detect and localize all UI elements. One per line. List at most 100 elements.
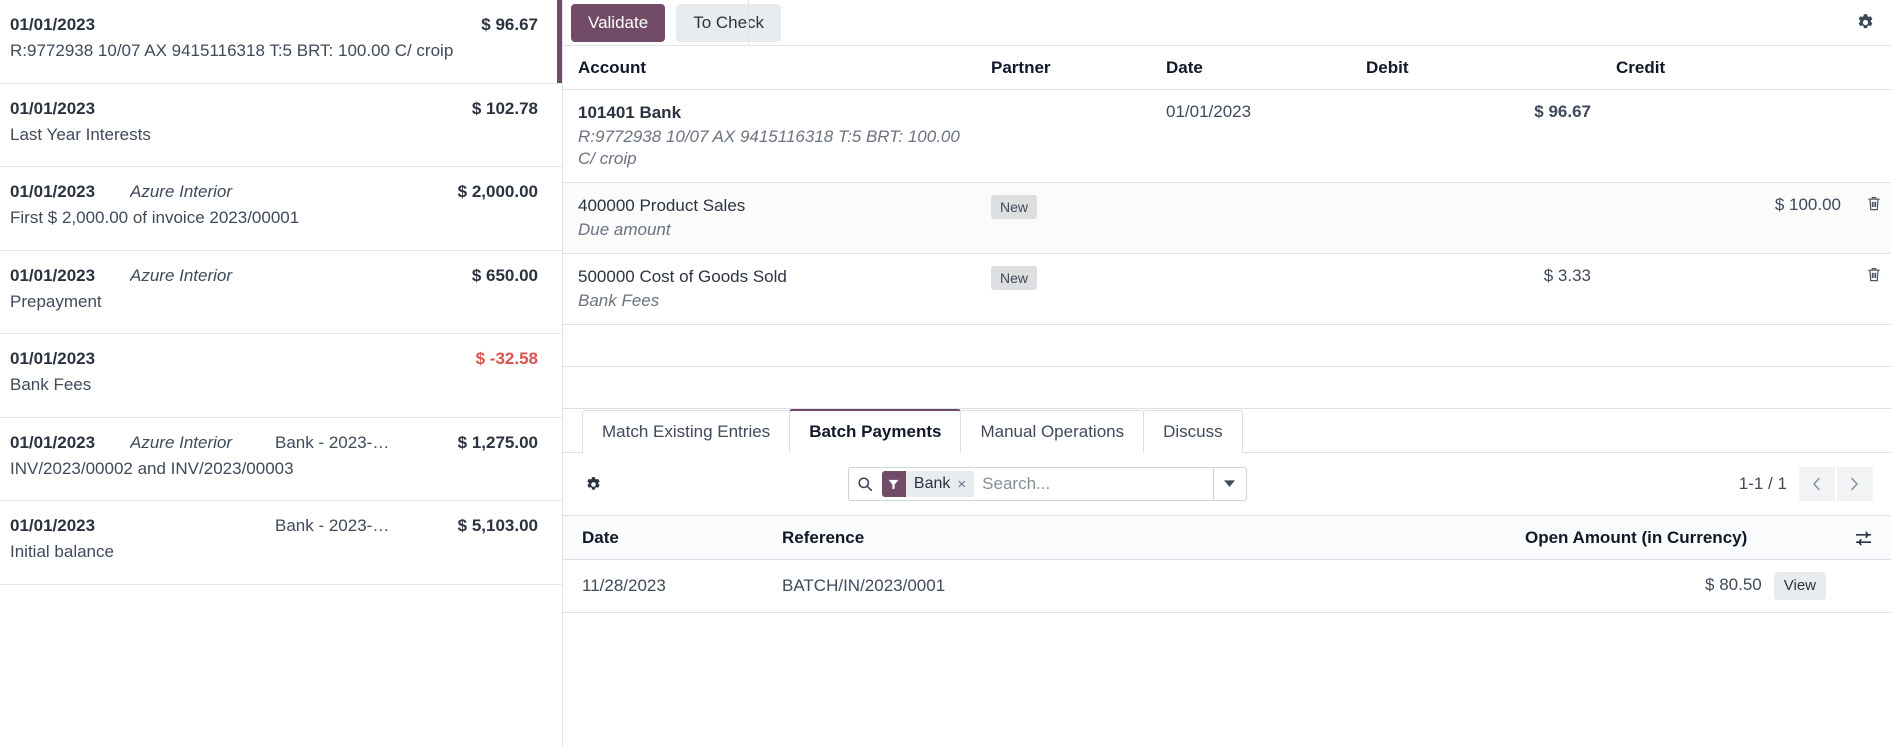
status-badge: New: [991, 195, 1038, 219]
batch-row-actions: [1836, 559, 1891, 613]
journal-line-empty-row[interactable]: [563, 366, 1891, 409]
statement-line-amount: $ 96.67: [481, 15, 538, 34]
to-check-button[interactable]: To Check: [676, 3, 782, 42]
empty-credit-cell[interactable]: [1601, 324, 1851, 367]
statement-line-date: 01/01/2023: [10, 98, 96, 118]
validate-button[interactable]: Validate: [571, 3, 666, 42]
settings-gear-icon[interactable]: [585, 476, 602, 493]
batch-open-amount: $ 80.50: [1705, 575, 1762, 594]
search-icon: [849, 468, 882, 500]
line-credit-cell[interactable]: [1601, 253, 1851, 325]
empty-debit-cell[interactable]: [1351, 366, 1601, 409]
batch-date: 11/28/2023: [563, 559, 763, 613]
search-box[interactable]: Bank ×: [847, 467, 1247, 501]
statement-line-reference: Bank - 2023-01-0…: [275, 432, 395, 452]
pager-next-button[interactable]: [1836, 467, 1873, 501]
header-account: Account: [563, 46, 976, 90]
statement-line-amount: $ 2,000.00: [457, 182, 538, 201]
reconciliation-panel: Validate To Check Account Partner Date D…: [563, 0, 1891, 746]
line-account-cell[interactable]: 101401 Bank R:9772938 10/07 AX 9415116318…: [563, 89, 976, 183]
line-credit-cell[interactable]: [1601, 89, 1851, 183]
statement-line-amount: $ -32.58: [475, 349, 538, 368]
delete-line-icon[interactable]: [1866, 195, 1881, 212]
search-facet-bank[interactable]: Bank ×: [881, 471, 975, 497]
line-debit-cell[interactable]: $ 96.67: [1351, 89, 1601, 183]
search-input[interactable]: [974, 468, 1213, 500]
pager: 1-1 / 1: [1739, 467, 1873, 501]
line-actions-cell: [1851, 253, 1891, 325]
statement-line-row[interactable]: 01/01/2023 Azure Interior $ 2,000.00 First …: [0, 167, 562, 251]
line-account-cell[interactable]: 500000 Cost of Goods Sold Bank Fees: [563, 253, 976, 325]
tab-match-existing-entries[interactable]: Match Existing Entries: [582, 410, 791, 453]
line-actions-cell: [1851, 182, 1891, 254]
tab-discuss[interactable]: Discuss: [1143, 410, 1243, 453]
optional-columns-icon[interactable]: [1855, 530, 1881, 547]
statement-line-amount: $ 5,103.00: [457, 516, 538, 535]
line-credit-cell[interactable]: $ 100.00: [1601, 182, 1851, 254]
statement-line-label: INV/2023/00002 and INV/2023/00003: [10, 458, 294, 478]
view-button[interactable]: View: [1773, 572, 1826, 600]
empty-partner-cell[interactable]: [976, 366, 1151, 409]
line-account-sublabel: R:9772938 10/07 AX 9415116318 T:5 BRT: 1…: [578, 127, 960, 168]
gear-icon[interactable]: [1856, 13, 1875, 32]
statement-line-row[interactable]: 01/01/2023 $ -32.58 Bank Fees: [0, 334, 562, 418]
facet-remove-icon[interactable]: ×: [957, 476, 974, 493]
statement-line-amount: $ 650.00: [471, 265, 538, 285]
status-badge: New: [991, 266, 1038, 290]
line-partner-cell[interactable]: [976, 89, 1151, 183]
line-date-cell[interactable]: 01/01/2023: [1151, 89, 1351, 183]
action-button-bar: Validate To Check: [563, 0, 1891, 46]
batch-payment-row[interactable]: 11/28/2023 BATCH/IN/2023/0001 $ 80.50 View: [563, 559, 1891, 613]
lines-header-row: Account Partner Date Debit Credit: [563, 46, 1891, 90]
line-debit-cell[interactable]: $ 3.33: [1351, 253, 1601, 325]
empty-partner-cell[interactable]: [976, 324, 1151, 367]
journal-lines-table: Account Partner Date Debit Credit 101401…: [563, 46, 1891, 409]
statement-line-label: Initial balance: [10, 542, 114, 561]
line-account-name: 500000 Cost of Goods Sold: [578, 267, 787, 286]
header-actions: [1851, 46, 1891, 90]
statement-line-date: 01/01/2023: [10, 516, 96, 535]
empty-account-cell[interactable]: [563, 324, 976, 367]
line-account-name: 101401 Bank: [578, 103, 682, 122]
delete-line-icon[interactable]: [1866, 266, 1881, 283]
line-account-sublabel: Due amount: [578, 220, 671, 239]
header-partner: Partner: [976, 46, 1151, 90]
batch-header-optional: [1836, 515, 1891, 560]
tab-batch-payments[interactable]: Batch Payments: [789, 409, 962, 453]
empty-account-cell[interactable]: [563, 366, 976, 409]
empty-debit-cell[interactable]: [1351, 324, 1601, 367]
reconciliation-tabs[interactable]: Match Existing Entries Batch Payments Manu…: [563, 409, 1891, 453]
line-account-cell[interactable]: 400000 Product Sales Due amount: [563, 182, 976, 254]
statement-line-date: 01/01/2023: [10, 349, 96, 368]
statement-line-label: R:9772938 10/07 AX 9415116318 T:5 BRT: 1…: [10, 41, 454, 60]
line-account-sublabel: Bank Fees: [578, 291, 660, 310]
journal-line-empty-row[interactable]: [563, 324, 1891, 367]
statement-line-row[interactable]: 01/01/2023 $ 96.67 R:9772938 10/07 AX 9415…: [0, 0, 562, 84]
journal-line-row[interactable]: 500000 Cost of Goods Sold Bank Fees New $ 3…: [563, 253, 1891, 325]
line-partner-cell[interactable]: New: [976, 253, 1151, 325]
journal-line-row[interactable]: 400000 Product Sales Due amount New $ 100.0…: [563, 182, 1891, 254]
line-debit-cell[interactable]: [1351, 182, 1601, 254]
bank-reconciliation-screen: 01/01/2023 $ 96.67 R:9772938 10/07 AX 9415…: [0, 0, 1891, 746]
empty-date-cell[interactable]: [1151, 366, 1351, 409]
statement-line-row[interactable]: 01/01/2023 Bank - 2023-01-0… $ 5,103.00 Ini…: [0, 501, 562, 585]
statement-line-label: Bank Fees: [10, 375, 92, 394]
chevron-down-icon[interactable]: [1212, 468, 1246, 500]
statement-line-label: Prepayment: [10, 291, 102, 311]
line-date-cell[interactable]: [1151, 253, 1351, 325]
pager-previous-button[interactable]: [1798, 467, 1835, 501]
batch-header-date: Date: [563, 515, 763, 560]
empty-credit-cell[interactable]: [1601, 366, 1851, 409]
journal-line-row[interactable]: 101401 Bank R:9772938 10/07 AX 9415116318…: [563, 89, 1891, 183]
empty-date-cell[interactable]: [1151, 324, 1351, 367]
line-partner-cell[interactable]: New: [976, 182, 1151, 254]
statement-line-amount: $ 1,275.00: [457, 432, 538, 452]
statement-line-list[interactable]: 01/01/2023 $ 96.67 R:9772938 10/07 AX 9415…: [0, 0, 563, 746]
statement-line-label: First $ 2,000.00 of invoice 2023/00001: [10, 208, 300, 227]
line-date-cell[interactable]: [1151, 182, 1351, 254]
tab-manual-operations[interactable]: Manual Operations: [960, 410, 1145, 453]
statement-line-row[interactable]: 01/01/2023 Azure Interior $ 650.00 Prepayme…: [0, 250, 562, 334]
statement-line-partner: Azure Interior: [130, 182, 233, 201]
statement-line-row[interactable]: 01/01/2023 $ 102.78 Last Year Interests: [0, 83, 562, 167]
statement-line-row[interactable]: 01/01/2023 Azure Interior Bank - 2023-01-0…: [0, 417, 562, 501]
